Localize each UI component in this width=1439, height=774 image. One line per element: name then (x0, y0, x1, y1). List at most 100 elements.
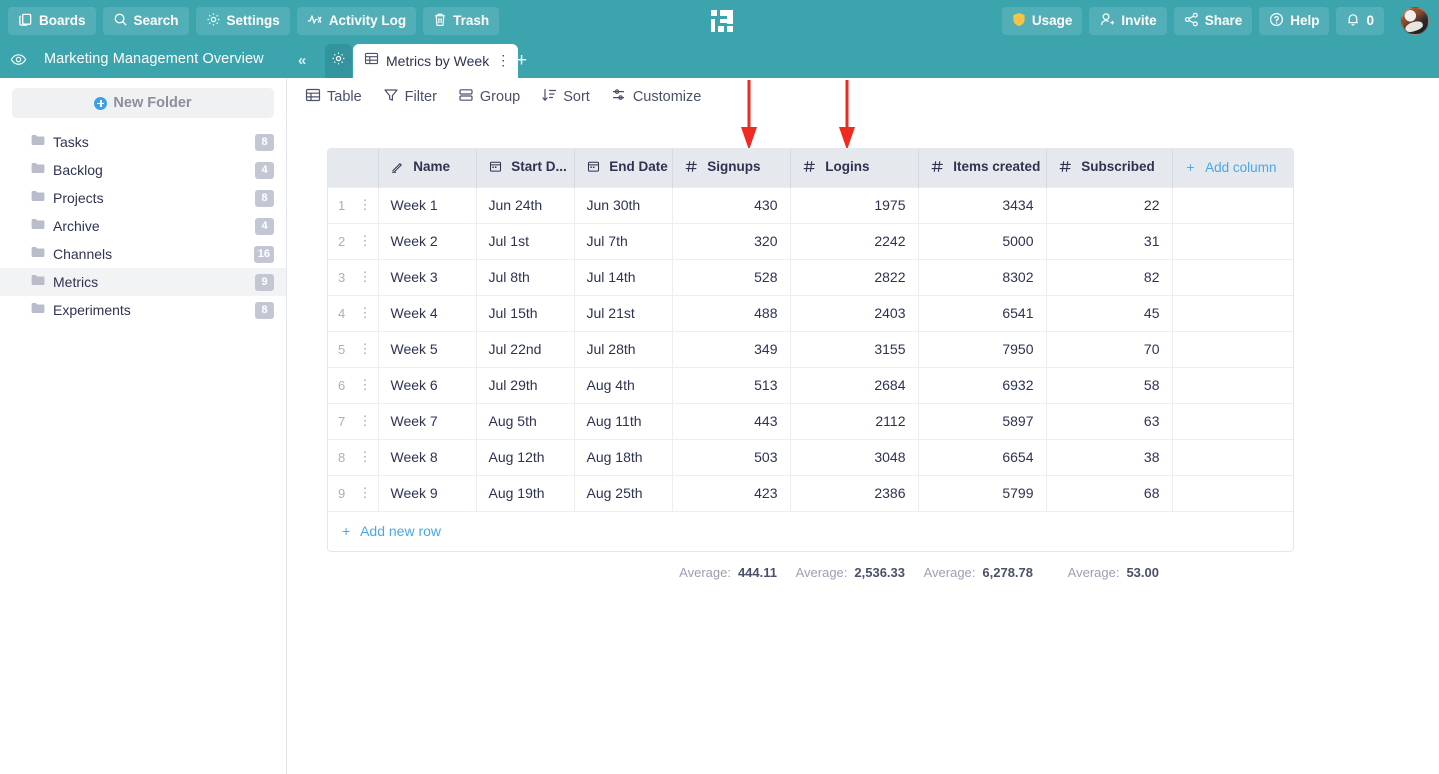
row-gutter[interactable]: 4 ⋮ (328, 294, 379, 331)
cell-end-date[interactable]: Jul 14th (574, 258, 673, 295)
row-menu-button[interactable]: ⋮ (359, 342, 372, 355)
cell-signups[interactable]: 488 (672, 294, 791, 331)
cell-items-created[interactable]: 8302 (918, 258, 1047, 295)
cell-logins[interactable]: 2112 (790, 402, 919, 439)
cell-logins[interactable]: 2242 (790, 222, 919, 259)
row-menu-button[interactable]: ⋮ (359, 414, 372, 427)
boards-button[interactable]: Boards (8, 7, 96, 35)
cell-items-created[interactable]: 6541 (918, 294, 1047, 331)
cell-start-date[interactable]: Jul 29th (476, 366, 575, 403)
sidebar-folder-archive[interactable]: Archive 4 (0, 212, 286, 240)
cell-signups[interactable]: 513 (672, 366, 791, 403)
row-gutter[interactable]: 8 ⋮ (328, 438, 379, 475)
cell-subscribed[interactable]: 31 (1046, 222, 1173, 259)
add-tab-button[interactable]: + (516, 50, 527, 72)
cell-start-date[interactable]: Jun 24th (476, 186, 575, 223)
cell-end-date[interactable]: Jul 21st (574, 294, 673, 331)
trash-button[interactable]: Trash (423, 7, 500, 35)
sidebar-folder-experiments[interactable]: Experiments 8 (0, 296, 286, 324)
cell-signups[interactable]: 443 (672, 402, 791, 439)
add-new-row-button[interactable]: + Add new row (328, 510, 1293, 551)
cell-items-created[interactable]: 7950 (918, 330, 1047, 367)
sidebar-folder-backlog[interactable]: Backlog 4 (0, 156, 286, 184)
row-gutter[interactable]: 6 ⋮ (328, 366, 379, 403)
row-menu-button[interactable]: ⋮ (359, 378, 372, 391)
cell-items-created[interactable]: 3434 (918, 186, 1047, 223)
cell-start-date[interactable]: Jul 15th (476, 294, 575, 331)
cell-items-created[interactable]: 6932 (918, 366, 1047, 403)
cell-name[interactable]: Week 8 (378, 438, 477, 475)
table-row[interactable]: 5 ⋮ Week 5 Jul 22nd Jul 28th 349 3155 7950 70 (328, 330, 1293, 367)
column-header-subscribed[interactable]: Subscribed (1046, 149, 1173, 187)
table-row[interactable]: 6 ⋮ Week 6 Jul 29th Aug 4th 513 2684 6932 58 (328, 366, 1293, 403)
cell-subscribed[interactable]: 58 (1046, 366, 1173, 403)
row-menu-button[interactable]: ⋮ (359, 486, 372, 499)
add-column-button[interactable]: + Add column (1172, 149, 1293, 187)
cell-logins[interactable]: 2403 (790, 294, 919, 331)
cell-items-created[interactable]: 5000 (918, 222, 1047, 259)
column-header-end-date[interactable]: End Date (574, 149, 673, 187)
sidebar-folder-channels[interactable]: Channels 16 (0, 240, 286, 268)
cell-subscribed[interactable]: 82 (1046, 258, 1173, 295)
table-row[interactable]: 8 ⋮ Week 8 Aug 12th Aug 18th 503 3048 6654 38 (328, 438, 1293, 475)
cell-start-date[interactable]: Jul 1st (476, 222, 575, 259)
invite-button[interactable]: Invite (1089, 7, 1167, 35)
sidebar-folder-projects[interactable]: Projects 8 (0, 184, 286, 212)
table-row[interactable]: 1 ⋮ Week 1 Jun 24th Jun 30th 430 1975 3434 22 (328, 186, 1293, 223)
cell-end-date[interactable]: Aug 18th (574, 438, 673, 475)
new-folder-button[interactable]: New Folder (12, 88, 274, 118)
cell-logins[interactable]: 1975 (790, 186, 919, 223)
cell-end-date[interactable]: Jul 28th (574, 330, 673, 367)
row-menu-button[interactable]: ⋮ (359, 306, 372, 319)
cell-end-date[interactable]: Jul 7th (574, 222, 673, 259)
cell-end-date[interactable]: Jun 30th (574, 186, 673, 223)
cell-signups[interactable]: 503 (672, 438, 791, 475)
cell-name[interactable]: Week 3 (378, 258, 477, 295)
cell-logins[interactable]: 2684 (790, 366, 919, 403)
cell-subscribed[interactable]: 45 (1046, 294, 1173, 331)
cell-logins[interactable]: 2822 (790, 258, 919, 295)
row-gutter[interactable]: 5 ⋮ (328, 330, 379, 367)
activity-log-button[interactable]: Activity Log (296, 7, 417, 35)
sidebar-folder-tasks[interactable]: Tasks 8 (0, 128, 286, 156)
cell-start-date[interactable]: Aug 19th (476, 474, 575, 511)
table-row[interactable]: 4 ⋮ Week 4 Jul 15th Jul 21st 488 2403 6541 45 (328, 294, 1293, 331)
cell-signups[interactable]: 430 (672, 186, 791, 223)
cell-name[interactable]: Week 2 (378, 222, 477, 259)
row-menu-button[interactable]: ⋮ (359, 198, 372, 211)
sort-button[interactable]: Sort (541, 87, 590, 107)
cell-subscribed[interactable]: 63 (1046, 402, 1173, 439)
row-menu-button[interactable]: ⋮ (359, 234, 372, 247)
group-button[interactable]: Group (458, 87, 520, 107)
collapse-sidebar-button[interactable]: « (298, 52, 306, 69)
cell-end-date[interactable]: Aug 11th (574, 402, 673, 439)
column-header-items-created[interactable]: Items created (918, 149, 1047, 187)
cell-signups[interactable]: 528 (672, 258, 791, 295)
table-row[interactable]: 2 ⋮ Week 2 Jul 1st Jul 7th 320 2242 5000 31 (328, 222, 1293, 259)
cell-name[interactable]: Week 4 (378, 294, 477, 331)
row-gutter[interactable]: 2 ⋮ (328, 222, 379, 259)
column-header-signups[interactable]: Signups (672, 149, 791, 187)
cell-name[interactable]: Week 5 (378, 330, 477, 367)
column-header-start-date[interactable]: Start D... (476, 149, 575, 187)
table-row[interactable]: 9 ⋮ Week 9 Aug 19th Aug 25th 423 2386 5799 68 (328, 474, 1293, 511)
table-row[interactable]: 7 ⋮ Week 7 Aug 5th Aug 11th 443 2112 5897 63 (328, 402, 1293, 439)
help-button[interactable]: Help (1259, 7, 1330, 35)
cell-subscribed[interactable]: 68 (1046, 474, 1173, 511)
tab-settings-button[interactable] (325, 44, 352, 78)
cell-name[interactable]: Week 1 (378, 186, 477, 223)
cell-name[interactable]: Week 7 (378, 402, 477, 439)
table-row[interactable]: 3 ⋮ Week 3 Jul 8th Jul 14th 528 2822 8302 82 (328, 258, 1293, 295)
cell-signups[interactable]: 423 (672, 474, 791, 511)
cell-items-created[interactable]: 5897 (918, 402, 1047, 439)
row-gutter[interactable]: 1 ⋮ (328, 186, 379, 223)
cell-logins[interactable]: 2386 (790, 474, 919, 511)
cell-items-created[interactable]: 5799 (918, 474, 1047, 511)
cell-subscribed[interactable]: 38 (1046, 438, 1173, 475)
row-gutter[interactable]: 9 ⋮ (328, 474, 379, 511)
column-header-logins[interactable]: Logins (790, 149, 919, 187)
tab-metrics-by-week[interactable]: Metrics by Week ⋮ (353, 44, 518, 78)
avatar[interactable] (1401, 7, 1429, 35)
filter-button[interactable]: Filter (383, 87, 437, 107)
notifications-button[interactable]: 0 (1336, 7, 1384, 35)
